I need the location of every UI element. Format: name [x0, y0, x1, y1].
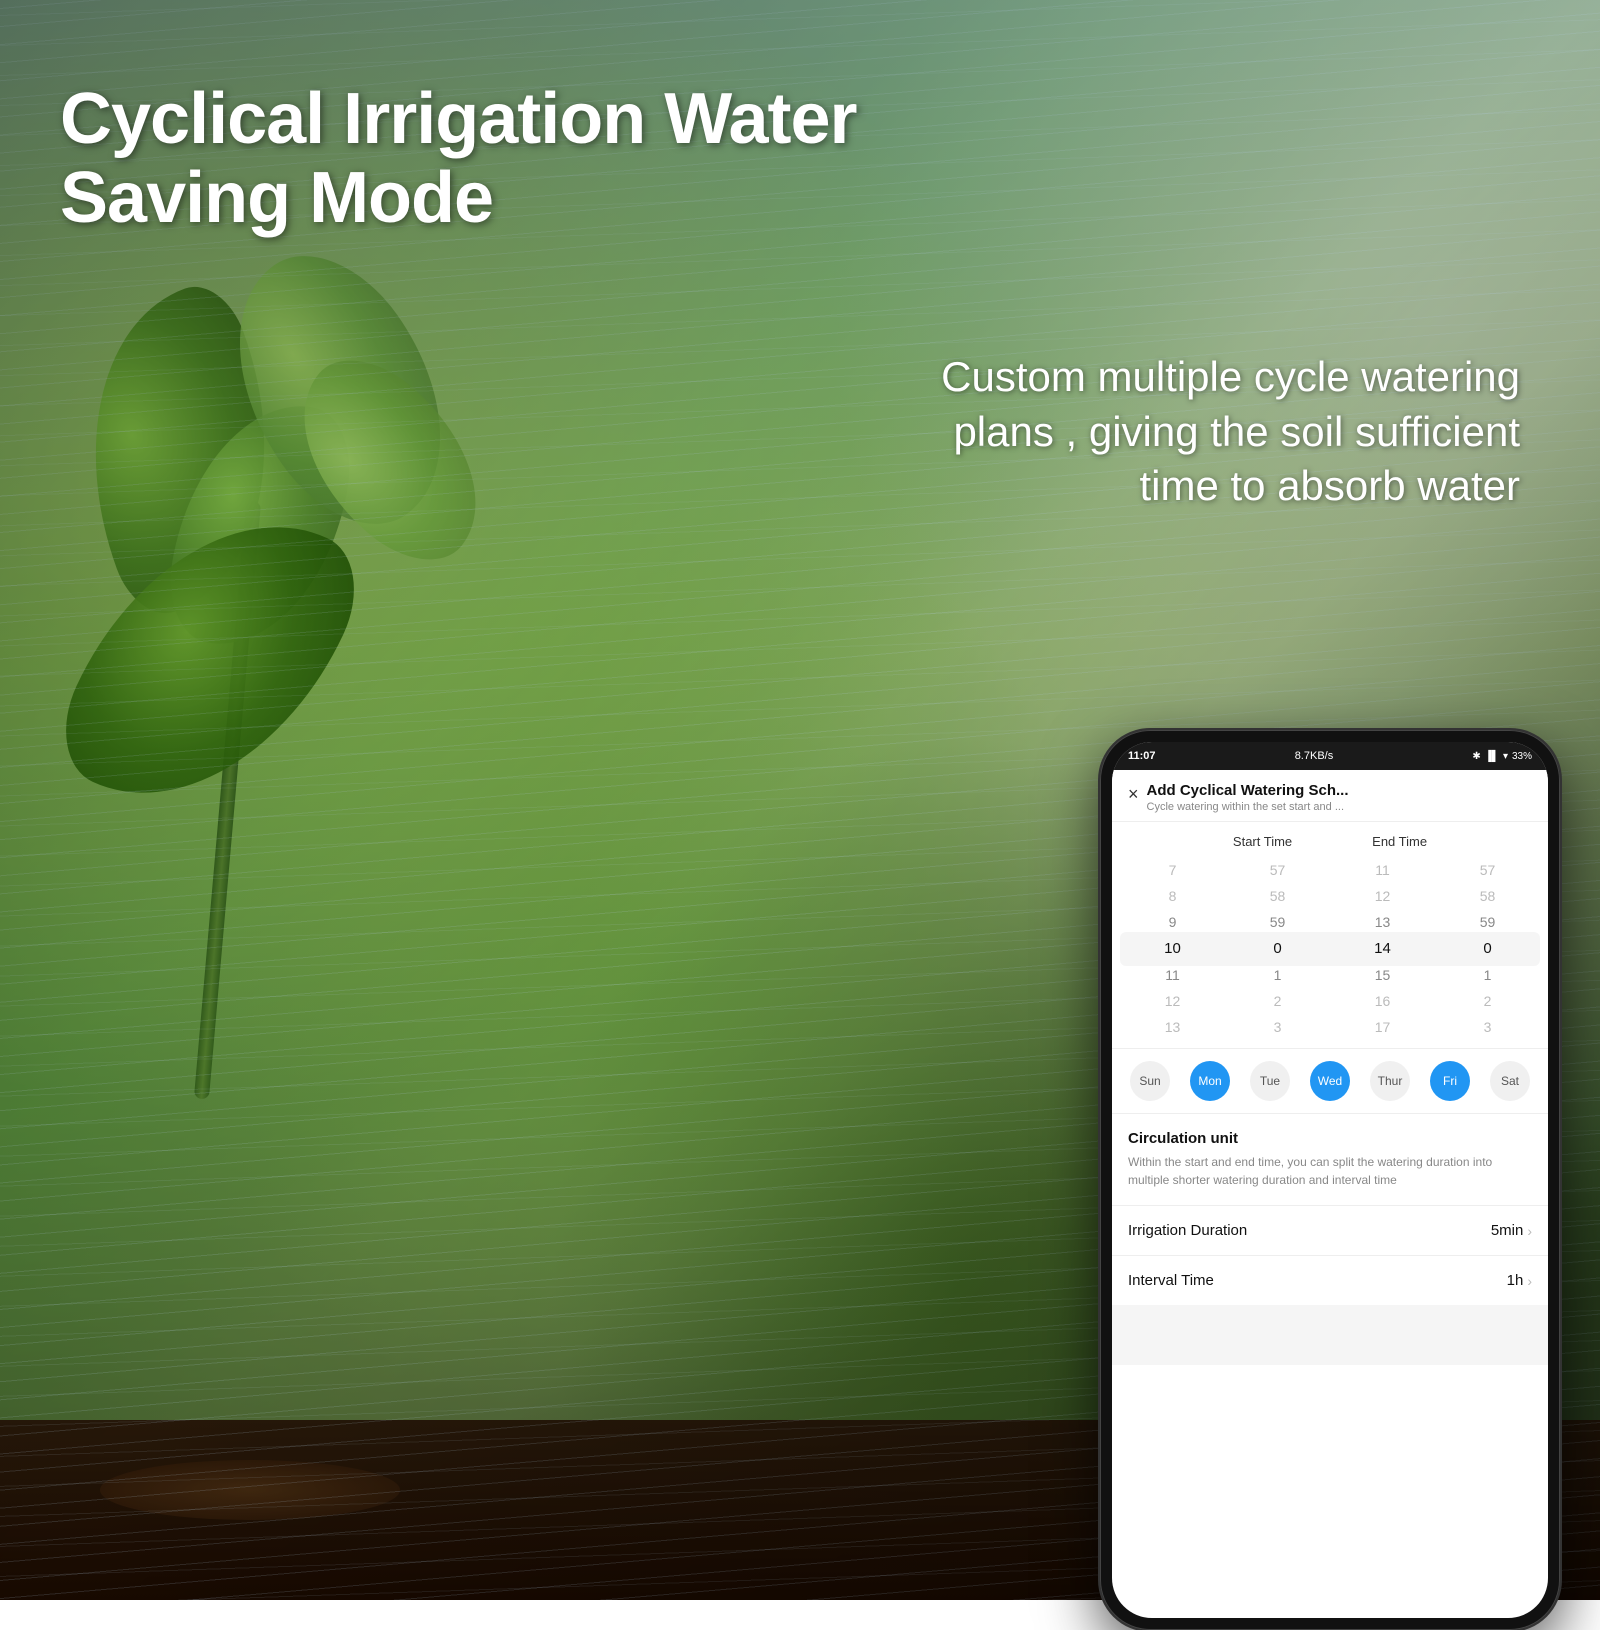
- interval-chevron-icon: ›: [1527, 1273, 1532, 1289]
- app-header-text: Add Cyclical Watering Sch... Cycle water…: [1147, 782, 1532, 813]
- close-button[interactable]: ×: [1128, 784, 1139, 805]
- time-picker-rows[interactable]: 7 57 11 57 8 58 12 58 9 59 13: [1112, 857, 1548, 1040]
- circulation-description: Within the start and end time, you can s…: [1128, 1153, 1532, 1189]
- main-title: Cyclical Irrigation Water Saving Mode: [60, 80, 1020, 238]
- time-row: 9 59 13 59: [1112, 909, 1548, 935]
- interval-time-label: Interval Time: [1128, 1272, 1214, 1289]
- app-header: × Add Cyclical Watering Sch... Cycle wat…: [1112, 770, 1548, 822]
- interval-time-row[interactable]: Interval Time 1h ›: [1112, 1255, 1548, 1305]
- day-tue[interactable]: Tue: [1250, 1061, 1290, 1101]
- time-row-selected: 10 0 14 0: [1112, 935, 1548, 962]
- signal-icon: ▐▌: [1485, 751, 1499, 762]
- irrigation-duration-row[interactable]: Irrigation Duration 5min ›: [1112, 1205, 1548, 1255]
- days-section: Sun Mon Tue Wed Thur Fri Sat: [1112, 1048, 1548, 1114]
- circulation-title: Circulation unit: [1128, 1130, 1532, 1147]
- status-network: 8.7KB/s: [1295, 750, 1334, 762]
- irrigation-chevron-icon: ›: [1527, 1223, 1532, 1239]
- status-bar: 11:07 8.7KB/s ✱ ▐▌ ▾ 33%: [1112, 742, 1548, 770]
- start-time-label: Start Time: [1233, 834, 1292, 849]
- bluetooth-icon: ✱: [1472, 751, 1480, 762]
- day-fri[interactable]: Fri: [1430, 1061, 1470, 1101]
- phone-mockup: 11:07 8.7KB/s ✱ ▐▌ ▾ 33% ×: [1100, 730, 1560, 1630]
- time-picker-header: Start Time End Time: [1112, 830, 1548, 857]
- day-wed[interactable]: Wed: [1310, 1061, 1350, 1101]
- app-header-top: × Add Cyclical Watering Sch... Cycle wat…: [1128, 782, 1532, 813]
- circulation-section: Circulation unit Within the start and en…: [1112, 1114, 1548, 1205]
- status-icons: ✱ ▐▌ ▾ 33%: [1472, 751, 1532, 762]
- app-title: Add Cyclical Watering Sch...: [1147, 782, 1532, 799]
- wifi-icon: ▾: [1503, 751, 1508, 762]
- app-subtitle: Cycle watering within the set start and …: [1147, 801, 1532, 813]
- day-sat[interactable]: Sat: [1490, 1061, 1530, 1101]
- battery-icon: 33%: [1512, 751, 1532, 762]
- time-row: 13 3 17 3: [1112, 1014, 1548, 1040]
- time-row: 8 58 12 58: [1112, 883, 1548, 909]
- content-layer: Cyclical Irrigation Water Saving Mode Cu…: [0, 0, 1600, 1600]
- status-time: 11:07: [1128, 750, 1156, 762]
- time-row: 11 1 15 1: [1112, 962, 1548, 988]
- day-thur[interactable]: Thur: [1370, 1061, 1410, 1101]
- end-time-label: End Time: [1372, 834, 1427, 849]
- phone-screen: 11:07 8.7KB/s ✱ ▐▌ ▾ 33% ×: [1112, 742, 1548, 1618]
- day-mon[interactable]: Mon: [1190, 1061, 1230, 1101]
- irrigation-duration-value: 5min ›: [1491, 1222, 1532, 1239]
- time-row: 7 57 11 57: [1112, 857, 1548, 883]
- time-picker: Start Time End Time 7 57 11 57 8 58 12: [1112, 822, 1548, 1048]
- interval-time-value: 1h ›: [1507, 1272, 1532, 1289]
- irrigation-duration-label: Irrigation Duration: [1128, 1222, 1247, 1239]
- day-sun[interactable]: Sun: [1130, 1061, 1170, 1101]
- subtitle: Custom multiple cycle watering plans , g…: [920, 350, 1520, 514]
- bottom-area: [1112, 1305, 1548, 1365]
- time-row: 12 2 16 2: [1112, 988, 1548, 1014]
